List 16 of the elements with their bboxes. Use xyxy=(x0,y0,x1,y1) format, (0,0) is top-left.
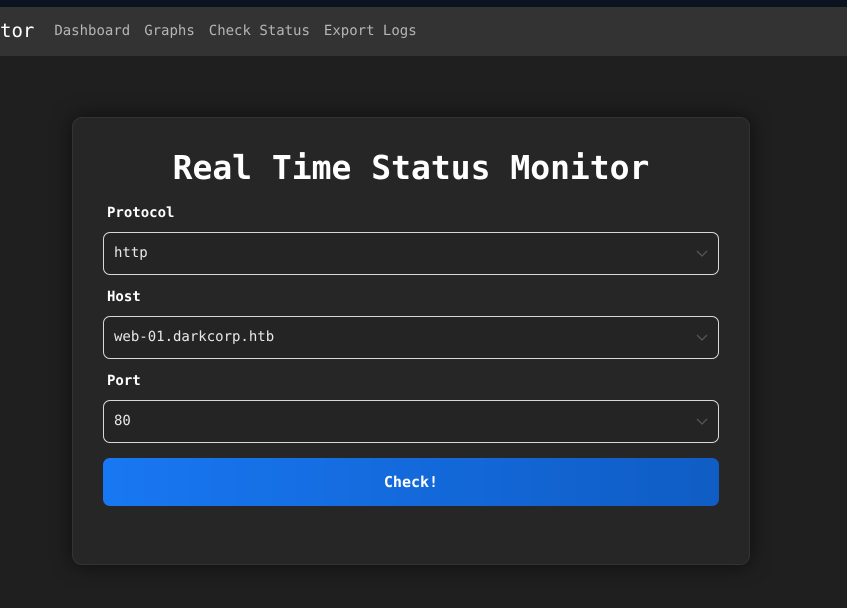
nav-link[interactable]: Dashboard xyxy=(54,21,130,42)
select-field[interactable]: web-01.darkcorp.htb xyxy=(103,316,719,359)
field-label: Protocol xyxy=(107,204,176,222)
field-label: Port xyxy=(107,372,142,390)
select-field[interactable]: http xyxy=(103,232,719,275)
nav-link[interactable]: Export Logs xyxy=(324,21,417,42)
chevron-down-icon xyxy=(696,418,708,426)
check-button[interactable]: Check! xyxy=(103,458,719,506)
nav-link[interactable]: Graphs xyxy=(144,21,195,42)
chevron-down-icon xyxy=(696,334,708,342)
form-title: Real Time Status Monitor xyxy=(172,147,650,189)
brand-title: tor xyxy=(0,19,34,44)
nav-link[interactable]: Check Status xyxy=(208,21,310,42)
field-label: Host xyxy=(107,288,142,306)
select-field[interactable]: 80 xyxy=(103,400,719,443)
chevron-down-icon xyxy=(696,250,708,258)
